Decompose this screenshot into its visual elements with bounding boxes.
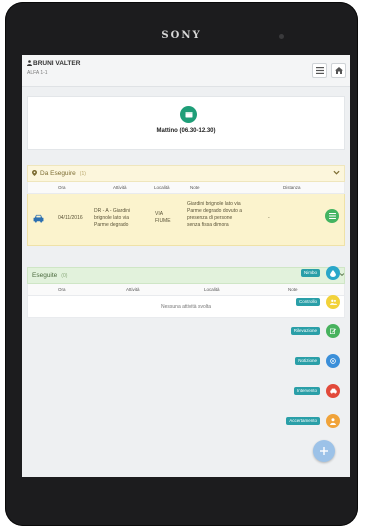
col-note[interactable]: Note bbox=[190, 185, 200, 190]
done-title: Eseguite (0) bbox=[32, 272, 67, 279]
fab-item-controllo[interactable]: Controllo bbox=[272, 295, 340, 309]
user-icon bbox=[27, 60, 32, 66]
col-ora[interactable]: Ora bbox=[58, 185, 66, 190]
row-location: VIA FIUME bbox=[155, 211, 171, 225]
done-count: (0) bbox=[61, 273, 68, 279]
row-activity: DR - A - Giardini brignole lato via Parm… bbox=[94, 208, 130, 229]
row-list-button[interactable] bbox=[325, 209, 339, 223]
row-distance: - bbox=[268, 215, 270, 221]
tablet-frame: SONY BRUNI VALTER ALFA 1-1 Mattino (06.3… bbox=[5, 2, 358, 526]
todo-count: (1) bbox=[79, 171, 86, 177]
fab-label[interactable]: Controllo bbox=[295, 298, 320, 306]
calendar-icon[interactable] bbox=[180, 106, 197, 123]
device-brand: SONY bbox=[161, 30, 202, 41]
row-location-line: VIA bbox=[155, 211, 164, 217]
fab-item-intervento[interactable]: Intervento bbox=[272, 384, 340, 398]
todo-section-header[interactable]: Da Eseguire (1) bbox=[27, 165, 345, 182]
list-icon bbox=[328, 213, 336, 219]
col-note[interactable]: Note bbox=[288, 287, 298, 292]
row-date: 04/11/2016 bbox=[58, 215, 83, 221]
done-title-label: Eseguite bbox=[32, 272, 58, 279]
col-localita[interactable]: Località bbox=[154, 185, 170, 190]
camera-icon bbox=[279, 34, 284, 39]
drop-icon[interactable] bbox=[326, 266, 340, 280]
user-name-label: BRUNI VALTER bbox=[33, 60, 81, 67]
todo-title: Da Eseguire (1) bbox=[32, 170, 86, 177]
map-pin-icon bbox=[32, 170, 37, 176]
target-icon[interactable] bbox=[326, 354, 340, 368]
fab-item-nimbo[interactable]: Nimbo bbox=[272, 266, 340, 280]
row-notes-line: presenza di persone bbox=[187, 215, 233, 221]
col-attivita[interactable]: Attività bbox=[113, 185, 127, 190]
col-distanza[interactable]: Distanza bbox=[283, 185, 301, 190]
row-location-line: FIUME bbox=[155, 218, 171, 224]
app-header: BRUNI VALTER ALFA 1-1 bbox=[22, 55, 350, 87]
todo-title-label: Da Eseguire bbox=[40, 170, 76, 177]
row-notes-line: Giardini brignole lato via bbox=[187, 201, 241, 207]
user-name: BRUNI VALTER bbox=[27, 60, 80, 67]
chevron-down-icon[interactable] bbox=[333, 169, 340, 176]
fab-label[interactable]: Intervento bbox=[293, 387, 320, 395]
shift-card: Mattino (06.30-12.30) bbox=[27, 96, 345, 150]
fab-label[interactable]: Notizione bbox=[295, 357, 320, 365]
col-attivita[interactable]: Attività bbox=[126, 287, 140, 292]
fab-main-button[interactable] bbox=[313, 440, 335, 462]
row-notes: Giardini brignole lato via Parme degrado… bbox=[187, 201, 242, 229]
plus-icon bbox=[320, 447, 328, 455]
edit-icon[interactable] bbox=[326, 324, 340, 338]
row-notes-line: Parme degrado dovuto a bbox=[187, 208, 243, 214]
col-localita[interactable]: Località bbox=[204, 287, 220, 292]
app-screen: BRUNI VALTER ALFA 1-1 Mattino (06.30-12.… bbox=[22, 55, 350, 477]
row-activity-line: DR - A - Giardini bbox=[94, 208, 131, 214]
fab-item-accertamento[interactable]: Accertamento bbox=[272, 414, 340, 428]
chevron-down-icon[interactable] bbox=[339, 272, 345, 277]
car-icon[interactable] bbox=[326, 384, 340, 398]
row-activity-line: Parme degrado bbox=[94, 222, 129, 228]
fab-label[interactable]: Rilevazione bbox=[290, 327, 320, 335]
people-icon[interactable] bbox=[326, 295, 340, 309]
unit-label: ALFA 1-1 bbox=[27, 70, 48, 76]
fab-label[interactable]: Accertamento bbox=[286, 417, 320, 425]
user-icon[interactable] bbox=[326, 414, 340, 428]
todo-table-row[interactable]: 04/11/2016 DR - A - Giardini brignole la… bbox=[27, 194, 345, 246]
row-activity-line: brignole lato via bbox=[94, 215, 130, 221]
shift-label: Mattino (06.30-12.30) bbox=[156, 128, 216, 134]
fab-item-rilevazione[interactable]: Rilevazione bbox=[272, 324, 340, 338]
menu-button[interactable] bbox=[312, 63, 327, 78]
todo-table-header: Ora Attività Località Note Distanza bbox=[27, 182, 345, 194]
col-ora[interactable]: Ora bbox=[58, 287, 66, 292]
hamburger-icon bbox=[315, 67, 324, 74]
row-notes-line: senza fissa dimora bbox=[187, 222, 229, 228]
fab-label[interactable]: Nimbo bbox=[300, 269, 320, 277]
home-icon bbox=[334, 67, 343, 74]
home-button[interactable] bbox=[331, 63, 346, 78]
fab-item-notizione[interactable]: Notizione bbox=[272, 354, 340, 368]
car-icon bbox=[33, 214, 44, 223]
